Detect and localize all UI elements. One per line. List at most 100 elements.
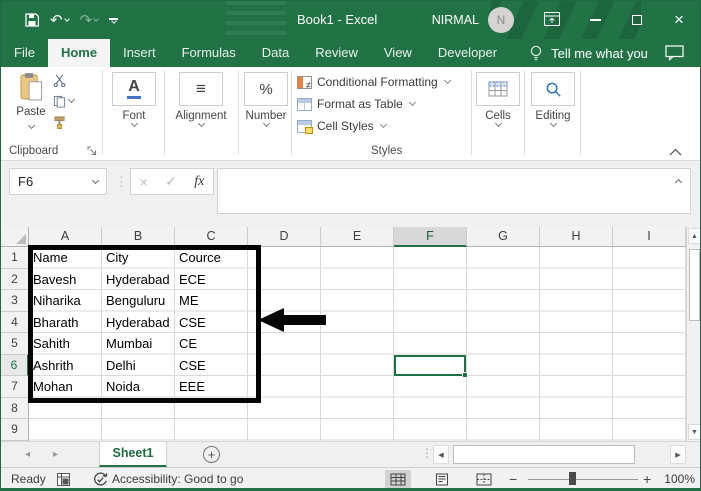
- redo-dropdown-icon[interactable]: [93, 15, 99, 22]
- tab-review[interactable]: Review: [302, 39, 371, 67]
- number-group-chevron[interactable]: [240, 119, 292, 128]
- column-header-I[interactable]: I: [613, 227, 686, 247]
- normal-view-button[interactable]: [385, 470, 411, 489]
- insert-function-icon[interactable]: fx: [194, 174, 204, 190]
- row-header-3[interactable]: 3: [1, 290, 29, 312]
- row-header-5[interactable]: 5: [1, 333, 29, 355]
- tab-bar-splitter-icon[interactable]: ⋮: [421, 446, 433, 460]
- formula-bar-input[interactable]: [217, 168, 691, 214]
- row-header-7[interactable]: 7: [1, 376, 29, 398]
- collapse-ribbon-button[interactable]: [669, 147, 682, 159]
- tab-file[interactable]: File: [1, 39, 48, 67]
- column-header-F[interactable]: F: [394, 227, 467, 247]
- copy-dropdown-icon[interactable]: [67, 95, 76, 104]
- horizontal-scroll-thumb[interactable]: [453, 445, 635, 464]
- ribbon-display-options-button[interactable]: [544, 12, 560, 31]
- font-group-button[interactable]: A Font: [104, 67, 164, 128]
- zoom-level[interactable]: 100%: [657, 468, 695, 490]
- redo-button[interactable]: ↷: [80, 13, 99, 28]
- format-painter-button[interactable]: [53, 115, 74, 129]
- comments-button[interactable]: [665, 39, 684, 67]
- row-header-9[interactable]: 9: [1, 419, 29, 441]
- column-header-G[interactable]: G: [467, 227, 540, 247]
- formula-bar-collapse-icon[interactable]: [674, 178, 683, 187]
- tab-developer[interactable]: Developer: [425, 39, 510, 67]
- cut-button[interactable]: [53, 73, 74, 87]
- scroll-right-button[interactable]: ▶: [670, 445, 686, 464]
- fill-handle[interactable]: [462, 371, 468, 378]
- column-header-A[interactable]: A: [29, 227, 102, 247]
- scroll-up-button[interactable]: ▲: [688, 228, 700, 244]
- vertical-scroll-thumb[interactable]: [689, 249, 700, 321]
- minimize-button[interactable]: [574, 1, 616, 39]
- page-break-preview-button[interactable]: [471, 470, 497, 489]
- previous-sheet-button[interactable]: ◂: [25, 442, 30, 467]
- undo-button[interactable]: ↶: [50, 13, 70, 28]
- row-header-4[interactable]: 4: [1, 311, 29, 333]
- zoom-in-button[interactable]: +: [643, 468, 651, 490]
- cells-group-chevron[interactable]: [473, 119, 523, 128]
- name-box-dropdown-icon[interactable]: [91, 176, 100, 184]
- accessibility-status[interactable]: Accessibility: Good to go: [112, 468, 243, 490]
- formula-bar-grip-icon[interactable]: ⋮: [115, 174, 128, 190]
- maximize-button[interactable]: [616, 1, 658, 39]
- record-macro-button[interactable]: [57, 473, 70, 489]
- editing-group-button[interactable]: Editing: [526, 67, 580, 128]
- zoom-slider-track[interactable]: [528, 479, 638, 480]
- new-sheet-button[interactable]: +: [203, 446, 220, 463]
- enter-icon[interactable]: ✓: [165, 173, 177, 190]
- name-box[interactable]: F6: [9, 168, 107, 195]
- scroll-down-button[interactable]: ▼: [688, 424, 700, 440]
- tab-data[interactable]: Data: [249, 39, 302, 67]
- cancel-icon[interactable]: ×: [140, 174, 148, 190]
- ribbon-button-cell-styles[interactable]: Cell Styles: [293, 115, 471, 137]
- avatar[interactable]: N: [488, 7, 514, 33]
- zoom-slider-thumb[interactable]: [569, 472, 576, 485]
- zoom-out-button[interactable]: −: [509, 468, 517, 490]
- paste-dropdown[interactable]: [11, 119, 51, 131]
- row-header-8[interactable]: 8: [1, 397, 29, 419]
- close-button[interactable]: ×: [658, 1, 700, 39]
- font-group-chevron[interactable]: [104, 119, 164, 128]
- column-header-E[interactable]: E: [321, 227, 394, 247]
- cells-group-button[interactable]: Cells: [473, 67, 523, 128]
- format-as-table-icon: [297, 97, 312, 111]
- row-header-6[interactable]: 6: [1, 354, 29, 376]
- scroll-left-button[interactable]: ◀: [433, 445, 449, 464]
- close-icon: ×: [674, 10, 684, 29]
- column-header-H[interactable]: H: [540, 227, 613, 247]
- tab-insert[interactable]: Insert: [110, 39, 169, 67]
- tab-view[interactable]: View: [371, 39, 425, 67]
- select-all-button[interactable]: [1, 227, 29, 247]
- row-header-1[interactable]: 1: [1, 247, 29, 269]
- alignment-group-chevron[interactable]: [166, 119, 236, 128]
- ribbon-button-conditional-formatting[interactable]: Conditional Formatting: [293, 71, 471, 93]
- ribbon-button-format-as-table[interactable]: Format as Table: [293, 93, 471, 115]
- undo-dropdown-icon[interactable]: [63, 15, 70, 22]
- tell-me-box[interactable]: Tell me what you: [530, 39, 648, 67]
- paste-button[interactable]: Paste: [11, 72, 51, 131]
- next-sheet-button[interactable]: ▸: [53, 442, 58, 467]
- customize-quick-access-button[interactable]: [109, 17, 119, 24]
- horizontal-scrollbar[interactable]: ◀ ▶: [433, 445, 686, 464]
- row-header-2[interactable]: 2: [1, 268, 29, 290]
- font-group-icon-box: A: [112, 72, 156, 106]
- page-layout-view-button[interactable]: [429, 470, 455, 489]
- clipboard-dialog-launcher[interactable]: [87, 146, 97, 159]
- active-cell-F6[interactable]: [394, 354, 468, 378]
- vertical-scrollbar[interactable]: ▲ ▼: [686, 227, 700, 441]
- column-header-C[interactable]: C: [175, 227, 248, 247]
- number-group-button[interactable]: % Number: [240, 67, 292, 128]
- sheet-tab-sheet1[interactable]: Sheet1: [99, 442, 167, 467]
- tab-home[interactable]: Home: [47, 39, 111, 67]
- save-button[interactable]: [25, 13, 39, 27]
- user-name[interactable]: NIRMAL: [432, 1, 479, 39]
- editing-group-chevron[interactable]: [526, 119, 580, 128]
- ribbon-button-label: Cell Styles: [317, 119, 374, 133]
- copy-button[interactable]: [53, 94, 76, 108]
- column-header-B[interactable]: B: [102, 227, 175, 247]
- tab-formulas[interactable]: Formulas: [169, 39, 249, 67]
- alignment-group-button[interactable]: ≡ Alignment: [166, 67, 236, 128]
- excel-window: ↶ ↷ Book1 - Excel NIRMAL N × File Home Ins…: [0, 0, 701, 491]
- column-header-D[interactable]: D: [248, 227, 321, 247]
